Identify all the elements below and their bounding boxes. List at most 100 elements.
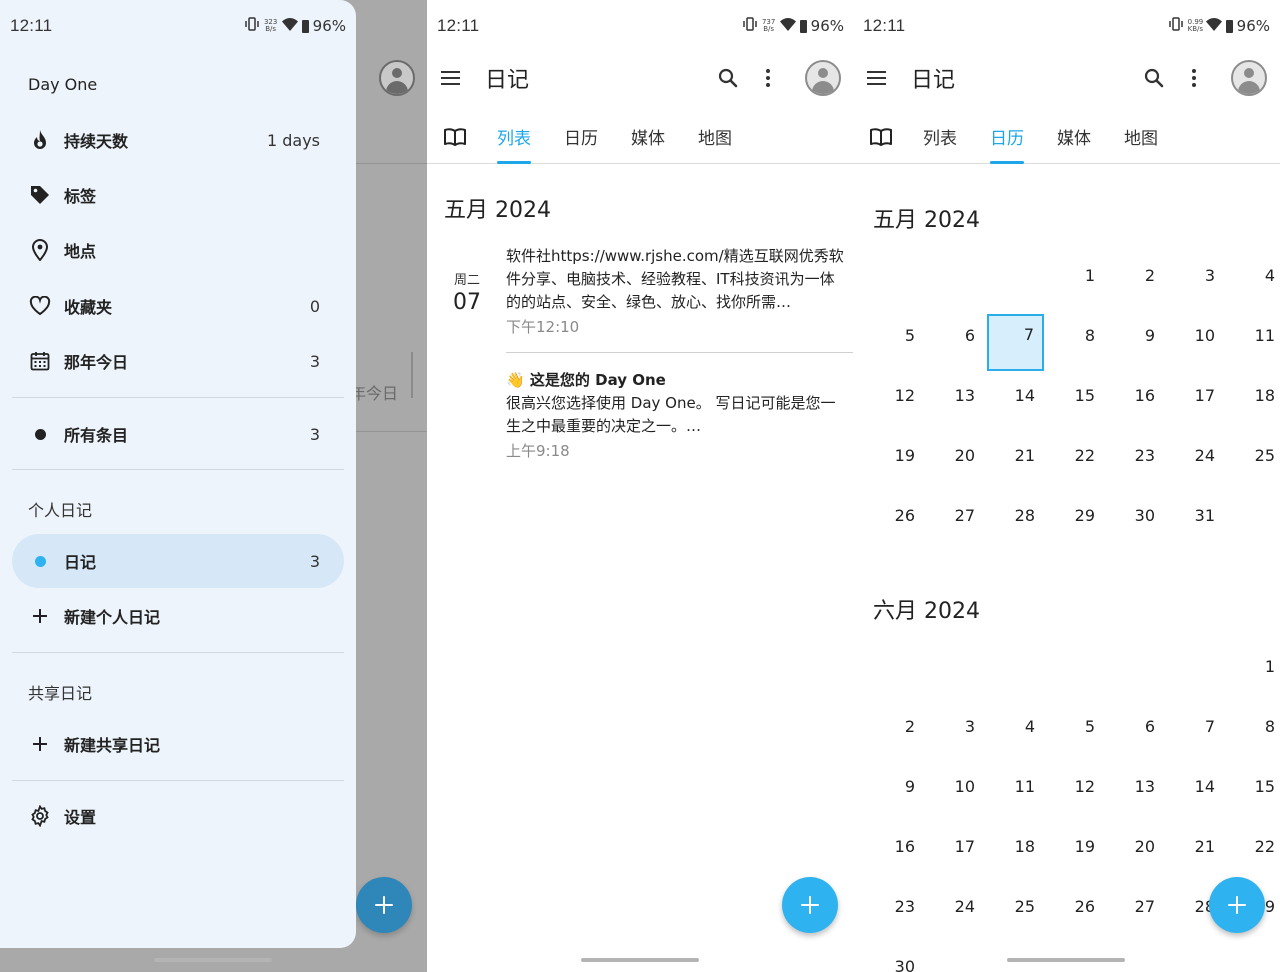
- tab-media[interactable]: 媒体: [1057, 110, 1091, 164]
- calendar-day[interactable]: 8: [1047, 314, 1107, 374]
- calendar-day[interactable]: 3: [1167, 254, 1227, 314]
- calendar-day[interactable]: 21: [1167, 825, 1227, 885]
- calendar-day[interactable]: 18: [1227, 374, 1280, 434]
- drawer-item-all-entries[interactable]: 所有条目 3: [12, 407, 344, 461]
- book-icon[interactable]: [869, 127, 893, 147]
- calendar-day[interactable]: 30: [1107, 494, 1167, 554]
- calendar-day[interactable]: 13: [1107, 765, 1167, 825]
- more-options-icon[interactable]: [1182, 66, 1206, 90]
- calendar-day[interactable]: 27: [927, 494, 987, 554]
- calendar-day[interactable]: 25: [1227, 434, 1280, 494]
- gesture-bar[interactable]: [581, 958, 699, 962]
- calendar-day[interactable]: 9: [1107, 314, 1167, 374]
- calendar-day[interactable]: 27: [1107, 885, 1167, 945]
- flame-icon: [28, 128, 52, 152]
- calendar-day[interactable]: 15: [1227, 765, 1280, 825]
- calendar-day[interactable]: 2: [867, 705, 927, 765]
- calendar-day[interactable]: 7: [1167, 705, 1227, 765]
- avatar[interactable]: [1231, 60, 1267, 96]
- calendar-day[interactable]: 10: [1167, 314, 1227, 374]
- calendar-day[interactable]: 24: [927, 885, 987, 945]
- drawer-item-on-this-day[interactable]: 那年今日 3: [12, 334, 344, 388]
- tab-map[interactable]: 地图: [698, 110, 732, 164]
- calendar-day[interactable]: 10: [927, 765, 987, 825]
- add-entry-button[interactable]: [782, 877, 838, 933]
- drawer-item-places[interactable]: 地点: [12, 223, 344, 277]
- calendar-day[interactable]: 28: [987, 494, 1047, 554]
- drawer-item-new-personal-journal[interactable]: 新建个人日记: [12, 589, 344, 643]
- calendar-day[interactable]: 23: [1107, 434, 1167, 494]
- entry-body: 软件社https://www.rjshe.com/精选互联网优秀软件分享、电脑技…: [506, 245, 846, 339]
- calendar-day[interactable]: 14: [987, 374, 1047, 434]
- tab-media[interactable]: 媒体: [631, 110, 665, 164]
- tab-list[interactable]: 列表: [923, 110, 957, 164]
- calendar-day[interactable]: 22: [1227, 825, 1280, 885]
- calendar-day[interactable]: 17: [927, 825, 987, 885]
- calendar-day[interactable]: 16: [867, 825, 927, 885]
- calendar-day[interactable]: 3: [927, 705, 987, 765]
- calendar-day[interactable]: 14: [1167, 765, 1227, 825]
- calendar-day[interactable]: 6: [927, 314, 987, 374]
- calendar-day[interactable]: 30: [867, 945, 927, 972]
- drawer-item-settings[interactable]: 设置: [12, 789, 344, 843]
- tab-calendar[interactable]: 日历: [990, 110, 1024, 164]
- calendar-day[interactable]: 19: [1047, 825, 1107, 885]
- calendar-day[interactable]: 4: [987, 705, 1047, 765]
- calendar-day[interactable]: 23: [867, 885, 927, 945]
- drawer-item-tags[interactable]: 标签: [12, 168, 344, 222]
- calendar-day[interactable]: 21: [987, 434, 1047, 494]
- gesture-bar[interactable]: [1007, 958, 1125, 962]
- tab-map[interactable]: 地图: [1124, 110, 1158, 164]
- calendar-day-selected[interactable]: 7: [987, 314, 1044, 371]
- calendar-day[interactable]: 6: [1107, 705, 1167, 765]
- calendar-day[interactable]: 12: [867, 374, 927, 434]
- plus-icon: [1228, 896, 1246, 914]
- calendar-day[interactable]: 11: [987, 765, 1047, 825]
- add-entry-button[interactable]: [1209, 877, 1265, 933]
- tab-calendar[interactable]: 日历: [564, 110, 598, 164]
- book-icon[interactable]: [443, 127, 467, 147]
- calendar-day[interactable]: 31: [1167, 494, 1227, 554]
- menu-icon[interactable]: [867, 65, 893, 91]
- menu-icon[interactable]: [441, 65, 467, 91]
- calendar-day[interactable]: 1: [1227, 645, 1280, 705]
- calendar-day[interactable]: 1: [1047, 254, 1107, 314]
- more-options-icon[interactable]: [756, 66, 780, 90]
- calendar-day[interactable]: 13: [927, 374, 987, 434]
- avatar[interactable]: [805, 60, 841, 96]
- calendar-day[interactable]: 19: [867, 434, 927, 494]
- gesture-bar[interactable]: [154, 958, 272, 962]
- calendar-day[interactable]: 25: [987, 885, 1047, 945]
- calendar-day[interactable]: 4: [1227, 254, 1280, 314]
- status-bar: 12:11 737 B/s 96%: [427, 0, 854, 52]
- calendar-day[interactable]: 5: [1047, 705, 1107, 765]
- calendar-day-number: 14: [1194, 777, 1215, 796]
- calendar-day[interactable]: 2: [1107, 254, 1167, 314]
- drawer-item-streak[interactable]: 持续天数 1 days: [12, 113, 344, 167]
- drawer-item-favorites[interactable]: 收藏夹 0: [12, 279, 344, 333]
- calendar-day-number: 23: [894, 897, 915, 916]
- calendar-day[interactable]: 8: [1227, 705, 1280, 765]
- calendar-day[interactable]: 9: [867, 765, 927, 825]
- calendar-day[interactable]: 17: [1167, 374, 1227, 434]
- calendar-day[interactable]: 22: [1047, 434, 1107, 494]
- calendar-day[interactable]: 29: [1047, 494, 1107, 554]
- top-app-bar: 日记: [427, 52, 854, 104]
- drawer-item-label: 新建共享日记: [64, 736, 161, 755]
- calendar-day[interactable]: 20: [927, 434, 987, 494]
- calendar-day[interactable]: 18: [987, 825, 1047, 885]
- calendar-day[interactable]: 5: [867, 314, 927, 374]
- search-icon[interactable]: [716, 66, 740, 90]
- calendar-day[interactable]: 11: [1227, 314, 1280, 374]
- drawer-item-journal[interactable]: 日记 3: [12, 534, 344, 588]
- calendar-day[interactable]: 15: [1047, 374, 1107, 434]
- calendar-day[interactable]: 24: [1167, 434, 1227, 494]
- calendar-day[interactable]: 26: [1047, 885, 1107, 945]
- calendar-day[interactable]: 12: [1047, 765, 1107, 825]
- drawer-item-new-shared-journal[interactable]: 新建共享日记: [12, 717, 344, 771]
- calendar-day[interactable]: 16: [1107, 374, 1167, 434]
- tab-list[interactable]: 列表: [497, 110, 531, 164]
- calendar-day[interactable]: 26: [867, 494, 927, 554]
- calendar-day[interactable]: 20: [1107, 825, 1167, 885]
- search-icon[interactable]: [1142, 66, 1166, 90]
